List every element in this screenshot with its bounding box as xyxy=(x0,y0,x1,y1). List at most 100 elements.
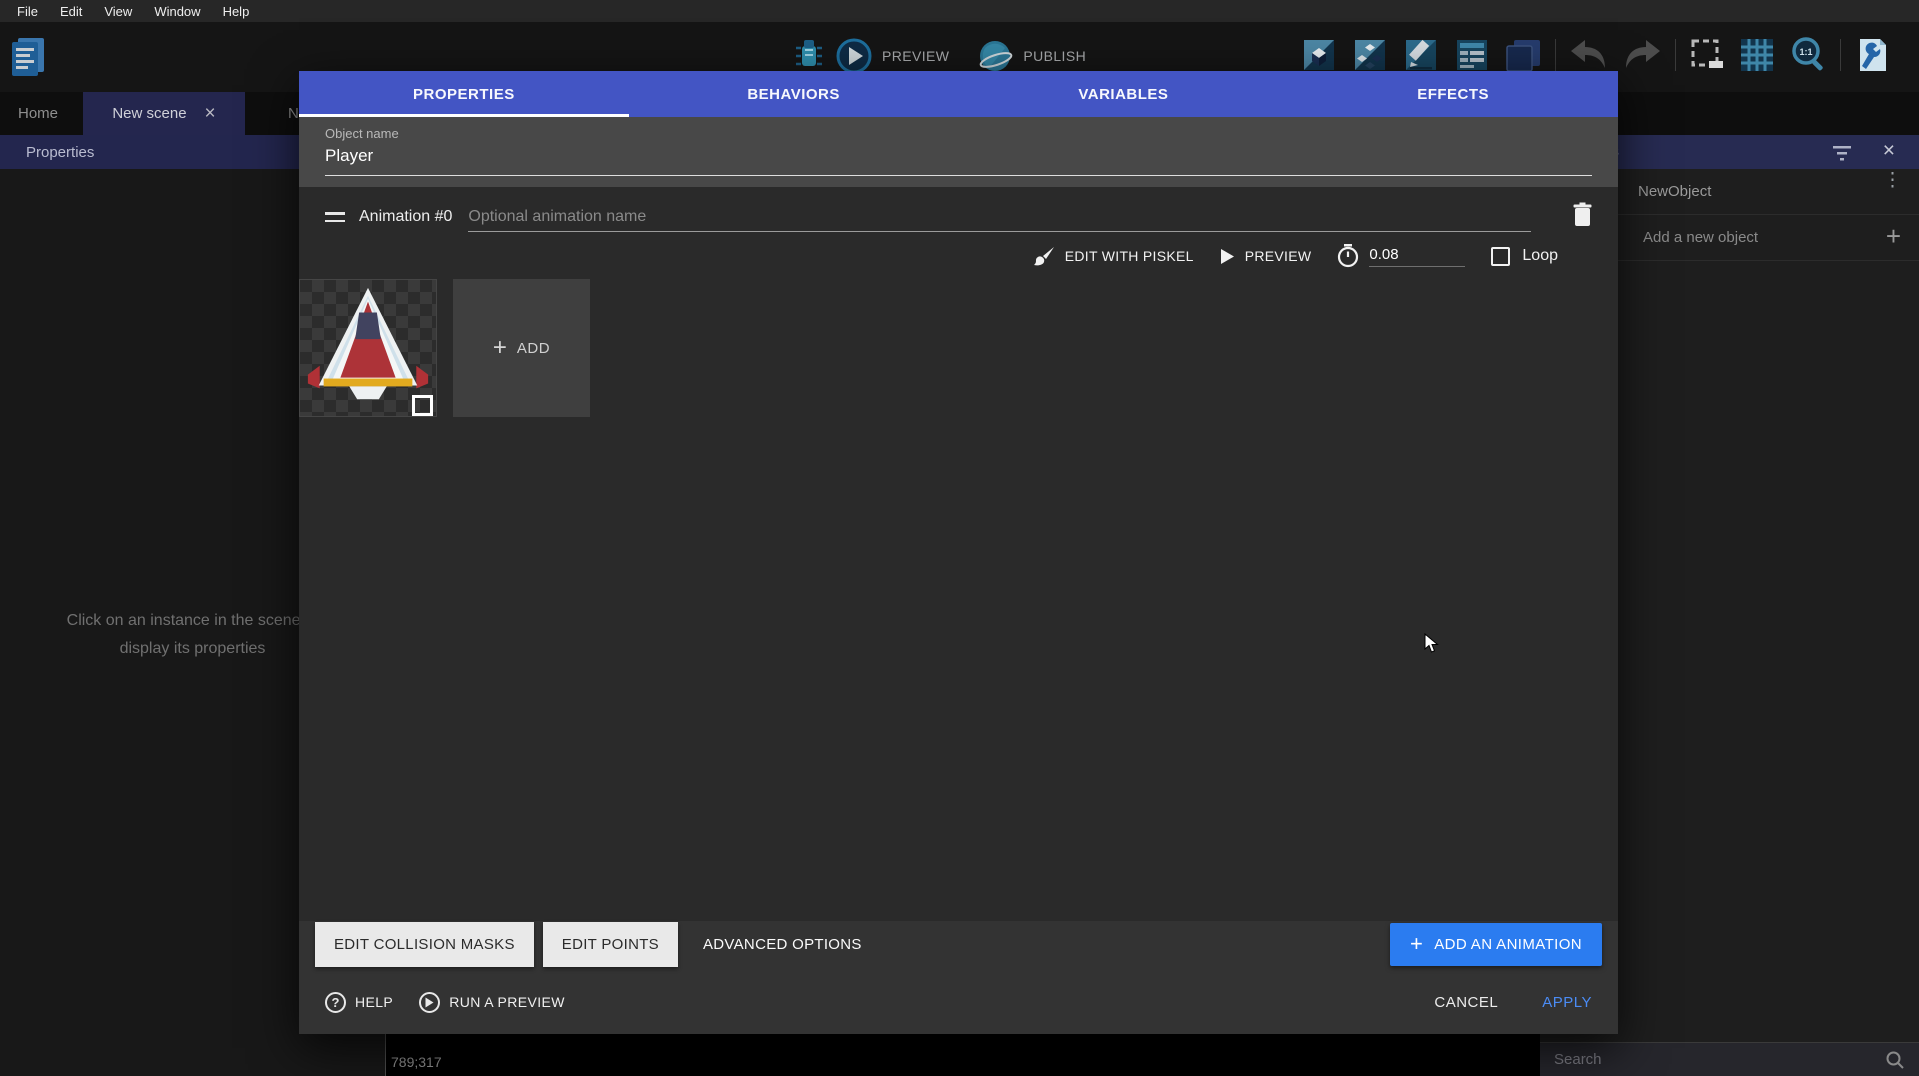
edit-points-button[interactable]: EDIT POINTS xyxy=(543,922,678,967)
grid-icon[interactable] xyxy=(1738,36,1776,74)
close-tab-icon[interactable]: × xyxy=(205,104,216,123)
menu-edit[interactable]: Edit xyxy=(49,4,93,19)
preview-animation-label: PREVIEW xyxy=(1245,248,1312,264)
svg-text:1:1: 1:1 xyxy=(1799,47,1812,57)
cancel-button[interactable]: CANCEL xyxy=(1434,994,1498,1011)
dialog-tab-bar: PROPERTIES BEHAVIORS VARIABLES EFFECTS xyxy=(299,71,1618,117)
apply-button[interactable]: APPLY xyxy=(1542,994,1592,1011)
add-an-animation-label: ADD AN ANIMATION xyxy=(1434,936,1582,953)
tab-properties-label: PROPERTIES xyxy=(413,86,515,103)
tab-behaviors[interactable]: BEHAVIORS xyxy=(629,71,959,117)
objects-search-bar[interactable]: Search xyxy=(1540,1042,1919,1076)
tab-effects-label: EFFECTS xyxy=(1417,86,1489,103)
animation-name-input[interactable]: Optional animation name xyxy=(468,202,1531,232)
layers-icon[interactable] xyxy=(1504,36,1542,74)
edit-with-piskel-button[interactable]: EDIT WITH PISKEL xyxy=(1034,246,1194,267)
object-name-label: NewObject xyxy=(1638,183,1711,200)
loop-label: Loop xyxy=(1522,247,1558,265)
drag-handle-icon[interactable] xyxy=(325,212,345,222)
edit-with-piskel-label: EDIT WITH PISKEL xyxy=(1065,248,1194,264)
animation-title: Animation #0 xyxy=(359,208,452,226)
help-icon: ? xyxy=(325,992,346,1013)
redo-icon[interactable] xyxy=(1622,38,1662,72)
filter-icon[interactable] xyxy=(1831,142,1853,167)
run-a-preview-label: RUN A PREVIEW xyxy=(449,994,565,1010)
edit-pencil-icon[interactable] xyxy=(1402,36,1440,74)
menu-view[interactable]: View xyxy=(93,4,143,19)
tab-behaviors-label: BEHAVIORS xyxy=(747,86,840,103)
object-name-field[interactable]: Player xyxy=(325,146,1592,166)
edit-collision-masks-button[interactable]: EDIT COLLISION MASKS xyxy=(315,922,534,967)
gdevelop-app: File Edit View Window Help xyxy=(0,0,1919,1076)
menu-window[interactable]: Window xyxy=(143,4,211,19)
object-name-label: Object name xyxy=(325,126,1592,141)
plus-icon: + xyxy=(1410,931,1423,957)
preview-icon[interactable] xyxy=(836,38,872,74)
tab-home[interactable]: Home xyxy=(0,92,76,135)
help-label: HELP xyxy=(355,994,393,1010)
menu-help[interactable]: Help xyxy=(212,4,261,19)
dialog-action-bar: ? HELP RUN A PREVIEW CANCEL APPLY xyxy=(325,982,1592,1022)
publish-icon[interactable] xyxy=(977,38,1013,74)
tab-variables[interactable]: VARIABLES xyxy=(959,71,1289,117)
loop-toggle[interactable]: Loop xyxy=(1491,247,1558,266)
animation-tools-row: EDIT WITH PISKEL PREVIEW 0.08 xyxy=(299,239,1618,273)
stopwatch-icon xyxy=(1337,244,1359,268)
toolbar-divider xyxy=(1840,39,1841,71)
object-menu-icon[interactable]: ⋮ xyxy=(1883,175,1897,186)
tab-new-scene[interactable]: New scene × xyxy=(83,92,245,135)
properties-panel-title: Properties xyxy=(26,144,94,161)
time-between-frames: 0.08 xyxy=(1337,244,1465,268)
frame-select-checkbox[interactable] xyxy=(412,395,433,416)
add-object-label: Add a new object xyxy=(1643,229,1758,246)
cursor-coordinates: 789;317 xyxy=(391,1054,442,1070)
search-icon xyxy=(1885,1050,1905,1075)
menu-file[interactable]: File xyxy=(6,4,49,19)
menu-bar: File Edit View Window Help xyxy=(0,0,1919,22)
add-frame-label: ADD xyxy=(517,340,550,357)
loop-checkbox[interactable] xyxy=(1491,247,1510,266)
help-button[interactable]: ? HELP xyxy=(325,992,393,1013)
settings-wrench-icon[interactable] xyxy=(1854,36,1890,74)
sprite-frame-thumbnail[interactable] xyxy=(299,279,437,417)
frames-row: + ADD xyxy=(299,279,1618,417)
mouse-cursor xyxy=(1424,633,1439,659)
dialog-footer-buttons: EDIT COLLISION MASKS EDIT POINTS ADVANCE… xyxy=(315,921,1602,967)
deselect-icon[interactable] xyxy=(1689,37,1725,73)
toolbar-divider xyxy=(1555,39,1556,71)
zoom-1-1-icon[interactable]: 1:1 xyxy=(1789,36,1827,74)
animations-list: Animation #0 Optional animation name xyxy=(299,187,1618,921)
tab-home-label: Home xyxy=(18,105,58,122)
publish-button[interactable]: PUBLISH xyxy=(1023,48,1086,64)
scene-cube-icon[interactable] xyxy=(1300,36,1338,74)
tab-new-scene-label: New scene xyxy=(112,105,186,122)
undo-icon[interactable] xyxy=(1569,38,1609,72)
events-list-icon[interactable] xyxy=(1453,36,1491,74)
objects-cubes-icon[interactable] xyxy=(1351,36,1389,74)
play-icon xyxy=(1220,248,1235,265)
close-panel-icon[interactable]: × xyxy=(1883,139,1895,163)
tab-properties[interactable]: PROPERTIES xyxy=(299,71,629,117)
tab-effects[interactable]: EFFECTS xyxy=(1288,71,1618,117)
object-name-section: Object name Player xyxy=(299,117,1618,187)
object-editor-dialog: PROPERTIES BEHAVIORS VARIABLES EFFECTS O… xyxy=(299,71,1618,1034)
animation-header-row: Animation #0 Optional animation name xyxy=(299,195,1618,239)
brush-icon xyxy=(1034,246,1055,267)
input-underline xyxy=(325,175,1592,176)
preview-button[interactable]: PREVIEW xyxy=(882,48,949,64)
debug-icon[interactable] xyxy=(792,36,826,76)
advanced-options-button[interactable]: ADVANCED OPTIONS xyxy=(687,936,878,953)
time-between-frames-input[interactable]: 0.08 xyxy=(1369,246,1465,267)
play-circle-icon xyxy=(419,992,440,1013)
toolbar-divider xyxy=(1675,39,1676,71)
add-frame-button[interactable]: + ADD xyxy=(453,279,590,417)
add-an-animation-button[interactable]: + ADD AN ANIMATION xyxy=(1390,923,1602,966)
add-object-plus-icon[interactable]: + xyxy=(1886,223,1901,249)
run-a-preview-button[interactable]: RUN A PREVIEW xyxy=(419,992,565,1013)
search-input[interactable]: Search xyxy=(1554,1051,1602,1068)
delete-animation-icon[interactable] xyxy=(1573,202,1592,232)
plus-icon: + xyxy=(493,334,507,362)
project-manager-icon[interactable] xyxy=(10,34,46,83)
preview-animation-button[interactable]: PREVIEW xyxy=(1220,248,1312,265)
tab-variables-label: VARIABLES xyxy=(1078,86,1168,103)
